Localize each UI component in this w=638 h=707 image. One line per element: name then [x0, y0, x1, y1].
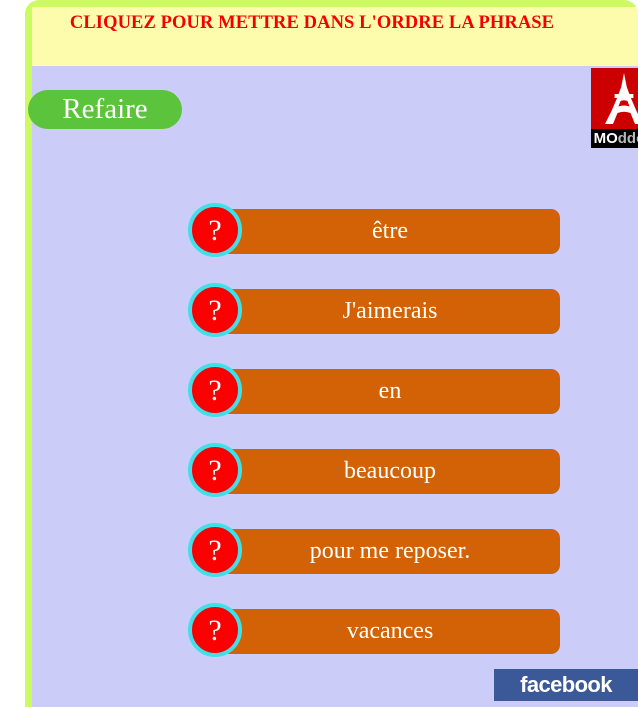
facebook-share-button[interactable]: facebook: [494, 669, 638, 701]
question-marker-icon[interactable]: ?: [188, 363, 242, 417]
word-row[interactable]: J'aimerais?: [188, 283, 560, 339]
word-row[interactable]: en?: [188, 363, 560, 419]
word-row[interactable]: pour me reposer.?: [188, 523, 560, 579]
word-label: beaucoup: [344, 458, 436, 484]
eiffel-tower-icon: [605, 73, 638, 124]
word-label: en: [378, 378, 402, 404]
word-label: vacances: [346, 618, 434, 644]
exercise-play-area: être? J'aimerais? en? beaucoup? pour me repo…: [32, 66, 638, 707]
instruction-panel: CLIQUEZ POUR METTRE DANS L'ORDRE LA PHRA…: [32, 7, 638, 66]
question-marker-label: ?: [208, 534, 222, 567]
instruction-text: CLIQUEZ POUR METTRE DANS L'ORDRE LA PHRA…: [69, 13, 555, 33]
question-marker-label: ?: [208, 614, 222, 647]
question-marker-icon[interactable]: ?: [188, 203, 242, 257]
word-label: J'aimerais: [342, 298, 438, 324]
question-marker-icon[interactable]: ?: [188, 523, 242, 577]
refaire-button-label: Refaire: [62, 93, 148, 125]
word-row[interactable]: être?: [188, 203, 560, 259]
word-label: être: [372, 218, 408, 244]
word-row[interactable]: vacances?: [188, 603, 560, 659]
word-label: pour me reposer.: [309, 538, 471, 564]
logo-name-suffix: ddou: [617, 130, 638, 147]
moddou-logo: MOddou: [591, 68, 638, 148]
facebook-button-label: facebook: [520, 672, 612, 697]
question-marker-label: ?: [208, 294, 222, 327]
refaire-button[interactable]: Refaire: [28, 90, 182, 129]
question-marker-icon[interactable]: ?: [188, 283, 242, 337]
question-marker-icon[interactable]: ?: [188, 603, 242, 657]
logo-name-prefix: MO: [593, 130, 618, 147]
logo-name-bar: MOddou: [591, 129, 638, 148]
question-marker-icon[interactable]: ?: [188, 443, 242, 497]
logo-background: [591, 68, 638, 129]
question-marker-label: ?: [208, 214, 222, 247]
word-row[interactable]: beaucoup?: [188, 443, 560, 499]
question-marker-label: ?: [208, 454, 222, 487]
question-marker-label: ?: [208, 374, 222, 407]
word-list: être? J'aimerais? en? beaucoup? pour me repo…: [32, 66, 638, 707]
exercise-frame: CLIQUEZ POUR METTRE DANS L'ORDRE LA PHRA…: [25, 0, 638, 707]
